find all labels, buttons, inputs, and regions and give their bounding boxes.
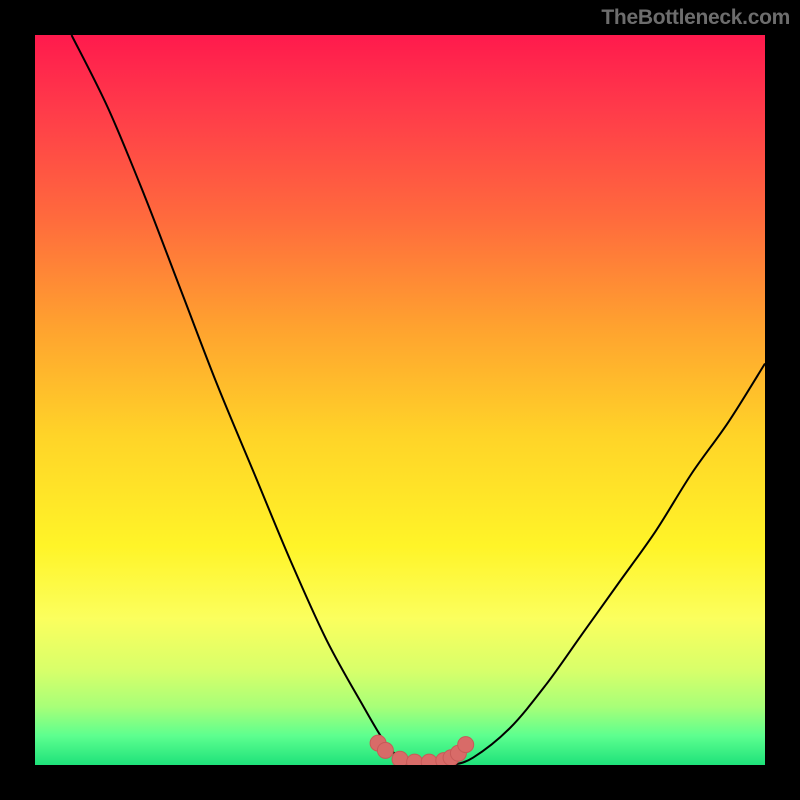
- bottleneck-marker: [392, 751, 408, 765]
- bottleneck-marker: [377, 742, 393, 758]
- bottleneck-marker: [407, 754, 423, 765]
- plot-area: [35, 35, 765, 765]
- bottleneck-markers-group: [370, 735, 474, 765]
- chart-frame: TheBottleneck.com: [0, 0, 800, 800]
- bottleneck-marker: [421, 754, 437, 765]
- watermark-text: TheBottleneck.com: [601, 6, 790, 30]
- curve-layer: [35, 35, 765, 765]
- bottleneck-marker: [458, 737, 474, 753]
- bottleneck-curve-path: [72, 35, 766, 765]
